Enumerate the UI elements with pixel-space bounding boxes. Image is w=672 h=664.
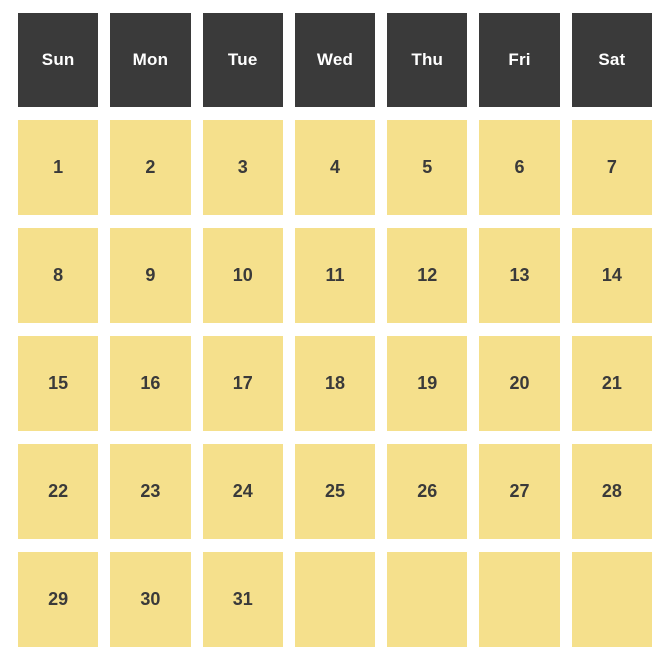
- day-cell[interactable]: 30: [110, 552, 191, 647]
- day-cell[interactable]: 21: [571, 336, 652, 431]
- day-cell[interactable]: 23: [110, 444, 191, 539]
- day-cell[interactable]: 3: [202, 120, 283, 215]
- weekday-header-sat: Sat: [571, 13, 652, 107]
- weekday-header-sun: Sun: [18, 13, 99, 107]
- calendar-week-row: 22 23 24 25 26 27 28: [18, 444, 652, 539]
- day-cell[interactable]: 20: [479, 336, 560, 431]
- day-cell[interactable]: 29: [18, 552, 99, 647]
- weekday-header-row: Sun Mon Tue Wed Thu Fri Sat: [18, 13, 652, 107]
- day-cell[interactable]: 27: [479, 444, 560, 539]
- weekday-header-thu: Thu: [387, 13, 468, 107]
- day-cell[interactable]: 26: [387, 444, 468, 539]
- day-cell[interactable]: 15: [18, 336, 99, 431]
- day-cell[interactable]: 12: [387, 228, 468, 323]
- day-cell[interactable]: 5: [387, 120, 468, 215]
- weekday-header-tue: Tue: [202, 13, 283, 107]
- calendar-grid: Sun Mon Tue Wed Thu Fri Sat 1 2 3 4 5 6 …: [18, 13, 652, 647]
- weekday-header-mon: Mon: [110, 13, 191, 107]
- day-cell[interactable]: 31: [202, 552, 283, 647]
- weekday-header-fri: Fri: [479, 13, 560, 107]
- day-cell-empty: [294, 552, 376, 647]
- day-cell[interactable]: 19: [387, 336, 468, 431]
- day-cell[interactable]: 14: [571, 228, 652, 323]
- day-cell[interactable]: 25: [294, 444, 376, 539]
- day-cell[interactable]: 24: [202, 444, 283, 539]
- calendar-week-row: 15 16 17 18 19 20 21: [18, 336, 652, 431]
- day-cell[interactable]: 4: [294, 120, 376, 215]
- day-cell[interactable]: 6: [479, 120, 560, 215]
- day-cell-empty: [387, 552, 468, 647]
- day-cell[interactable]: 13: [479, 228, 560, 323]
- day-cell-empty: [571, 552, 652, 647]
- calendar-week-row: 8 9 10 11 12 13 14: [18, 228, 652, 323]
- day-cell[interactable]: 28: [571, 444, 652, 539]
- day-cell[interactable]: 8: [18, 228, 99, 323]
- day-cell[interactable]: 9: [110, 228, 191, 323]
- day-cell[interactable]: 16: [110, 336, 191, 431]
- day-cell[interactable]: 11: [294, 228, 376, 323]
- calendar-week-row: 1 2 3 4 5 6 7: [18, 120, 652, 215]
- day-cell[interactable]: 1: [18, 120, 99, 215]
- weekday-header-wed: Wed: [294, 13, 376, 107]
- calendar-week-row: 29 30 31: [18, 552, 652, 647]
- day-cell[interactable]: 22: [18, 444, 99, 539]
- day-cell[interactable]: 18: [294, 336, 376, 431]
- day-cell-empty: [479, 552, 560, 647]
- day-cell[interactable]: 7: [571, 120, 652, 215]
- day-cell[interactable]: 10: [202, 228, 283, 323]
- day-cell[interactable]: 17: [202, 336, 283, 431]
- day-cell[interactable]: 2: [110, 120, 191, 215]
